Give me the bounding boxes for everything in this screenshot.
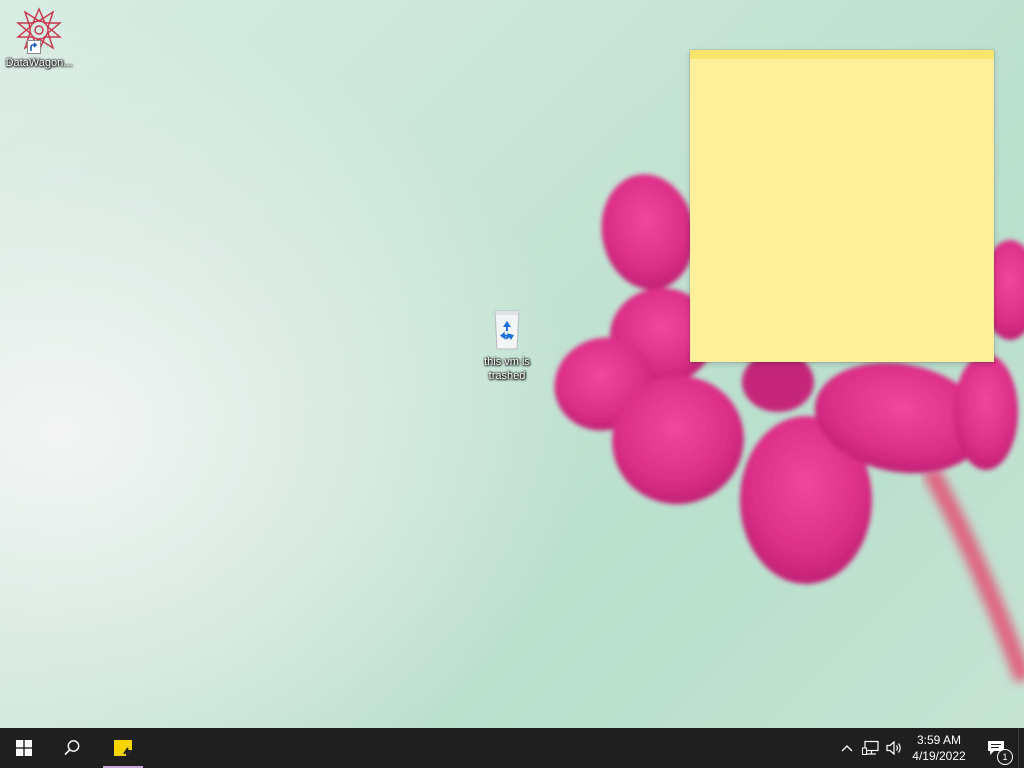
notification-count-badge: 1 [997,749,1013,765]
start-button[interactable] [0,728,48,768]
desktop[interactable]: DataWagon... this vm is trashed [0,0,1024,728]
sticky-notes-icon [114,740,132,756]
datawagon-logo-icon [15,6,63,54]
chevron-up-icon [841,745,853,752]
show-hidden-icons-button[interactable] [838,728,856,768]
volume-icon [886,740,901,756]
taskbar: 3:59 AM 4/19/2022 1 [0,728,1024,768]
windows-logo-icon [16,740,32,756]
desktop-icon-label: DataWagon... [5,57,73,69]
show-desktop-button[interactable] [1018,728,1024,768]
network-button[interactable] [860,728,882,768]
taskbar-clock[interactable]: 3:59 AM 4/19/2022 [908,728,970,768]
taskbar-app-sticky-notes[interactable] [103,728,143,768]
sticky-note-window[interactable] [690,50,994,362]
volume-button[interactable] [884,728,906,768]
desktop-icon-label: this vm is trashed [484,356,530,382]
clock-date: 4/19/2022 [912,749,966,763]
sticky-note-header[interactable] [690,50,994,59]
datawagon-shortcut[interactable]: DataWagon... [1,6,77,70]
recycle-bin-icon [483,305,531,353]
network-icon [862,740,879,755]
shortcut-arrow-icon [27,40,41,54]
sticky-note-content[interactable] [690,59,994,75]
action-center-button[interactable]: 1 [978,728,1014,768]
search-icon [64,740,80,756]
recycle-bin-shortcut[interactable]: this vm is trashed [469,305,545,383]
search-button[interactable] [48,728,96,768]
clock-time: 3:59 AM [916,733,962,747]
